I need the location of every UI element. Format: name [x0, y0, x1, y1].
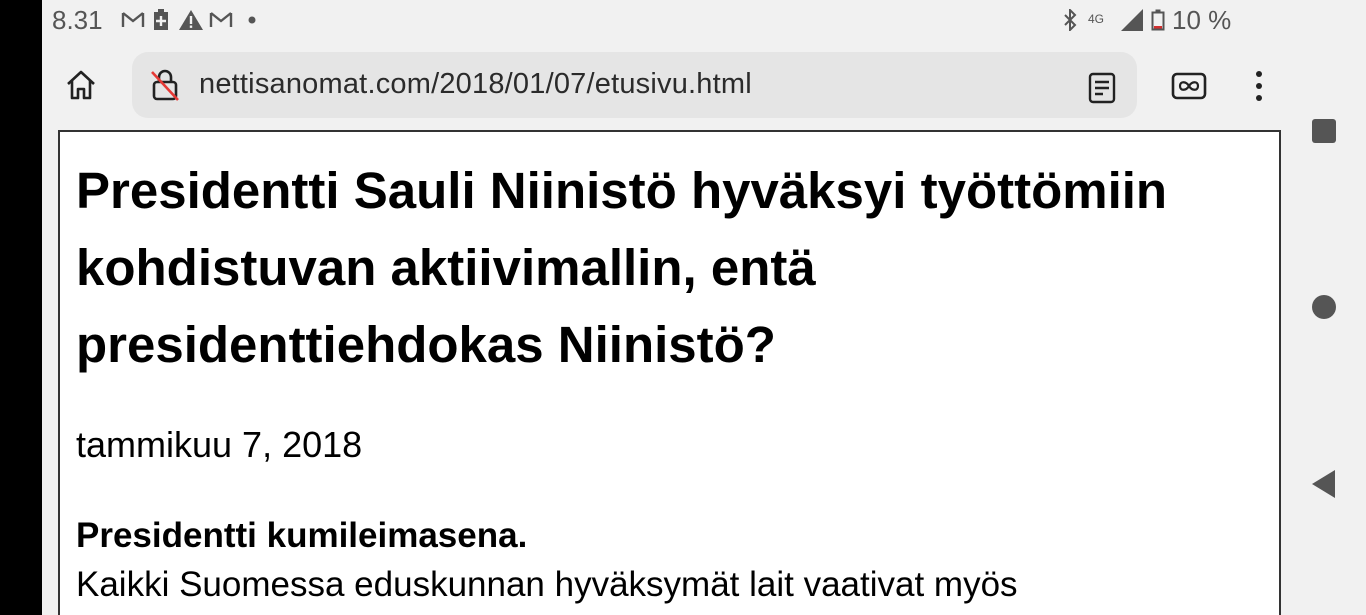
- battery-icon: [1150, 9, 1166, 31]
- not-secure-icon[interactable]: [148, 68, 182, 102]
- more-menu-button[interactable]: [1242, 64, 1276, 108]
- tab-switcher-button[interactable]: [1167, 64, 1211, 108]
- back-icon: [1312, 470, 1335, 498]
- back-button[interactable]: [1282, 468, 1366, 500]
- article-date: tammikuu 7, 2018: [76, 424, 363, 465]
- article-body: Kaikki Suomessa eduskunnan hyväksymät la…: [76, 565, 1018, 604]
- status-bar: 8.31 4G 10 %: [42, 0, 1282, 42]
- bluetooth-icon: [1060, 9, 1080, 31]
- warning-icon: [179, 9, 203, 31]
- network-type: 4G: [1088, 12, 1105, 26]
- recents-icon: [1312, 119, 1336, 143]
- home-icon: [67, 70, 95, 100]
- web-page-content: Presidentti Sauli Niinistö hyväksyi työt…: [58, 130, 1281, 615]
- home-circle-icon: [1312, 295, 1336, 319]
- phone-screen: 8.31 4G 10 % nettisanomat.com/2018/01/07…: [42, 0, 1366, 615]
- more-vert-icon: [1256, 71, 1262, 101]
- browser-toolbar: nettisanomat.com/2018/01/07/etusivu.html: [42, 42, 1282, 130]
- home-nav-button[interactable]: [1282, 292, 1366, 322]
- article-headline: Presidentti Sauli Niinistö hyväksyi työt…: [76, 162, 1168, 373]
- dot-icon: [246, 9, 258, 31]
- url-text[interactable]: nettisanomat.com/2018/01/07/etusivu.html: [199, 68, 752, 101]
- battery-percent: 10 %: [1172, 5, 1232, 35]
- reader-mode-button[interactable]: [1082, 68, 1122, 108]
- status-time: 8.31: [52, 5, 103, 35]
- url-bar[interactable]: nettisanomat.com/2018/01/07/etusivu.html: [132, 52, 1137, 118]
- recents-button[interactable]: [1282, 116, 1366, 146]
- home-button[interactable]: [60, 64, 102, 106]
- gmail-icon: [208, 9, 234, 31]
- reader-mode-icon: [1088, 72, 1116, 104]
- system-nav-bar: [1282, 0, 1366, 615]
- battery-saver-icon: [152, 9, 170, 31]
- article-lead: Presidentti kumileimasena.: [76, 516, 528, 555]
- signal-icon: [1120, 9, 1144, 31]
- gmail-icon: [120, 9, 146, 31]
- tab-switcher-icon: [1171, 72, 1207, 100]
